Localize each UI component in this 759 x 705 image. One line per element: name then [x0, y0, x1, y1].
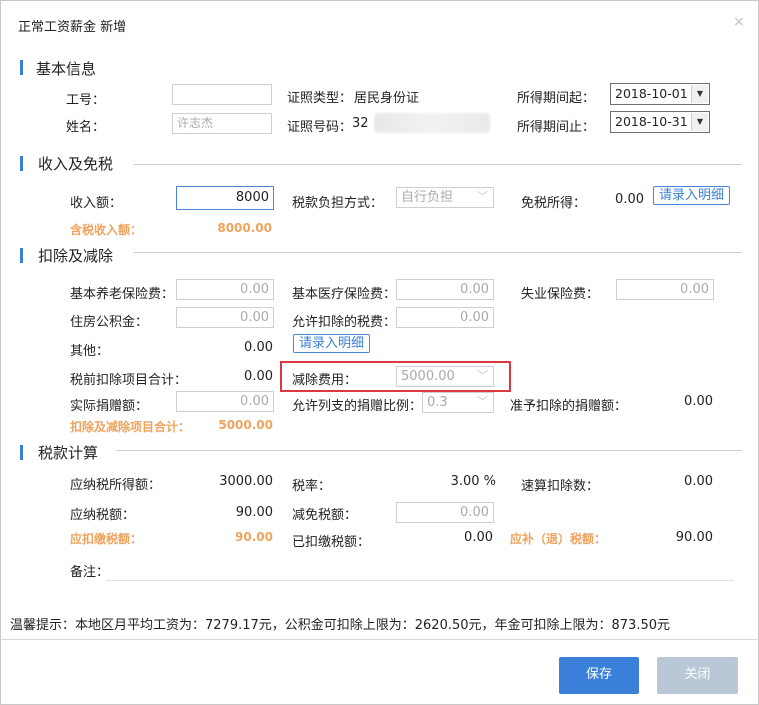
section-bar	[20, 248, 23, 263]
actual-donation-input[interactable]: 0.00	[176, 391, 274, 412]
allowed-tax-label: 允许扣除的税费：	[292, 315, 397, 330]
period-end-select[interactable]: 2018-10-31 ▼	[610, 111, 710, 133]
section-divider	[134, 164, 742, 165]
withheld-label: 已扣缴税额：	[292, 535, 371, 550]
section-divider	[134, 252, 742, 253]
name-input[interactable]: 许志杰	[172, 113, 272, 134]
income-input[interactable]: 8000	[176, 186, 274, 210]
allowed-tax-input[interactable]: 0.00	[396, 307, 494, 328]
medical-label: 基本医疗保险费：	[292, 287, 397, 302]
relief-label: 减免税额：	[292, 508, 358, 523]
deduction-total-value: 5000.00	[218, 418, 273, 432]
deduction-total-label: 扣除及减除项目合计：	[70, 420, 191, 434]
note-label: 备注：	[70, 565, 110, 580]
donation-ratio-value: 0.3	[427, 395, 448, 410]
taxable-label: 应纳税所得额：	[70, 478, 162, 493]
donation-ratio-select[interactable]: 0.3 ﹀	[422, 392, 494, 413]
period-start-select[interactable]: 2018-10-01 ▼	[610, 83, 710, 105]
id-no-label: 证照号码：	[287, 120, 353, 135]
unemployment-label: 失业保险费：	[521, 287, 600, 302]
period-start-label: 所得期间起：	[517, 91, 596, 106]
emp-no-input[interactable]	[172, 84, 272, 105]
section-divider	[116, 450, 742, 451]
deductible-donation-value: 0.00	[684, 394, 713, 409]
unemployment-input[interactable]: 0.00	[616, 279, 714, 300]
tax-bearing-select[interactable]: 自行负担 ﹀	[396, 187, 494, 208]
section-bar	[20, 60, 23, 75]
taxable-income-label: 含税收入额：	[70, 223, 143, 237]
taxable-value: 3000.00	[219, 474, 273, 489]
tax-bearing-value: 自行负担	[401, 190, 454, 205]
donation-ratio-label: 允许列支的捐赠比例：	[292, 399, 423, 414]
save-button[interactable]: 保存	[559, 657, 639, 694]
dropdown-icon[interactable]: ▼	[691, 113, 708, 131]
section-bar	[20, 445, 23, 460]
chevron-down-icon: ﹀	[477, 369, 488, 382]
refund-label: 应补（退）税额：	[510, 532, 607, 546]
income-label: 收入额：	[70, 196, 123, 211]
section-title-basic: 基本信息	[36, 60, 97, 78]
taxable-income-value: 8000.00	[217, 221, 272, 235]
section-title-tax: 税款计算	[38, 444, 99, 462]
chevron-down-icon: ﹀	[477, 395, 488, 408]
emp-no-label: 工号：	[66, 93, 106, 108]
id-type-label: 证照类型：	[287, 91, 353, 106]
id-type-value: 居民身份证	[354, 91, 420, 106]
period-end-value: 2018-10-31	[615, 114, 688, 129]
actual-donation-label: 实际捐赠额：	[70, 399, 149, 414]
pretax-total-label: 税前扣除项目合计：	[70, 373, 188, 388]
close-button[interactable]: 关闭	[657, 657, 738, 694]
deduction-detail-button[interactable]: 请录入明细	[293, 334, 371, 353]
section-title-income: 收入及免税	[38, 155, 114, 173]
other-label: 其他：	[70, 344, 110, 359]
reduction-fee-label: 减除费用：	[292, 373, 358, 388]
other-value: 0.00	[244, 340, 273, 355]
section-title-deduction: 扣除及减除	[38, 247, 114, 265]
housing-input[interactable]: 0.00	[176, 307, 274, 328]
dialog-title: 正常工资薪金 新增	[18, 20, 127, 35]
tip-text: 温馨提示：本地区月平均工资为：7279.17元，公积金可扣除上限为：2620.5…	[10, 618, 671, 633]
footer-divider	[0, 639, 759, 640]
exempt-label: 免税所得：	[521, 196, 587, 211]
withhold-label: 应扣缴税额：	[70, 532, 143, 546]
housing-label: 住房公积金：	[70, 315, 149, 330]
note-input[interactable]	[106, 580, 734, 581]
quick-deduction-value: 0.00	[684, 474, 713, 489]
close-icon[interactable]: ×	[733, 14, 745, 30]
period-start-value: 2018-10-01	[615, 86, 688, 101]
medical-input[interactable]: 0.00	[396, 279, 494, 300]
rate-label: 税率：	[292, 479, 332, 494]
quick-deduction-label: 速算扣除数：	[521, 479, 600, 494]
tax-bearing-label: 税款负担方式：	[292, 196, 384, 211]
exempt-value: 0.00	[615, 192, 644, 207]
chevron-down-icon: ﹀	[477, 190, 488, 203]
dropdown-icon[interactable]: ▼	[691, 85, 708, 103]
reduction-fee-value: 5000.00	[401, 369, 455, 384]
relief-input[interactable]: 0.00	[396, 502, 494, 523]
section-bar	[20, 156, 23, 171]
withheld-value: 0.00	[464, 530, 493, 545]
tax-payable-label: 应纳税额：	[70, 508, 136, 523]
period-end-label: 所得期间止：	[517, 120, 596, 135]
pension-label: 基本养老保险费：	[70, 287, 175, 302]
rate-value: 3.00 %	[450, 474, 496, 489]
name-label: 姓名：	[66, 120, 106, 135]
withhold-value: 90.00	[235, 530, 273, 544]
id-no-redaction	[374, 113, 490, 133]
tax-payable-value: 90.00	[235, 505, 273, 520]
refund-value: 90.00	[675, 530, 713, 545]
pretax-total-value: 0.00	[244, 369, 273, 384]
reduction-fee-select[interactable]: 5000.00 ﹀	[396, 366, 494, 387]
pension-input[interactable]: 0.00	[176, 279, 274, 300]
income-detail-button[interactable]: 请录入明细	[653, 186, 731, 205]
id-no-value: 32	[352, 116, 369, 131]
deductible-donation-label: 准予扣除的捐赠额：	[510, 399, 628, 414]
